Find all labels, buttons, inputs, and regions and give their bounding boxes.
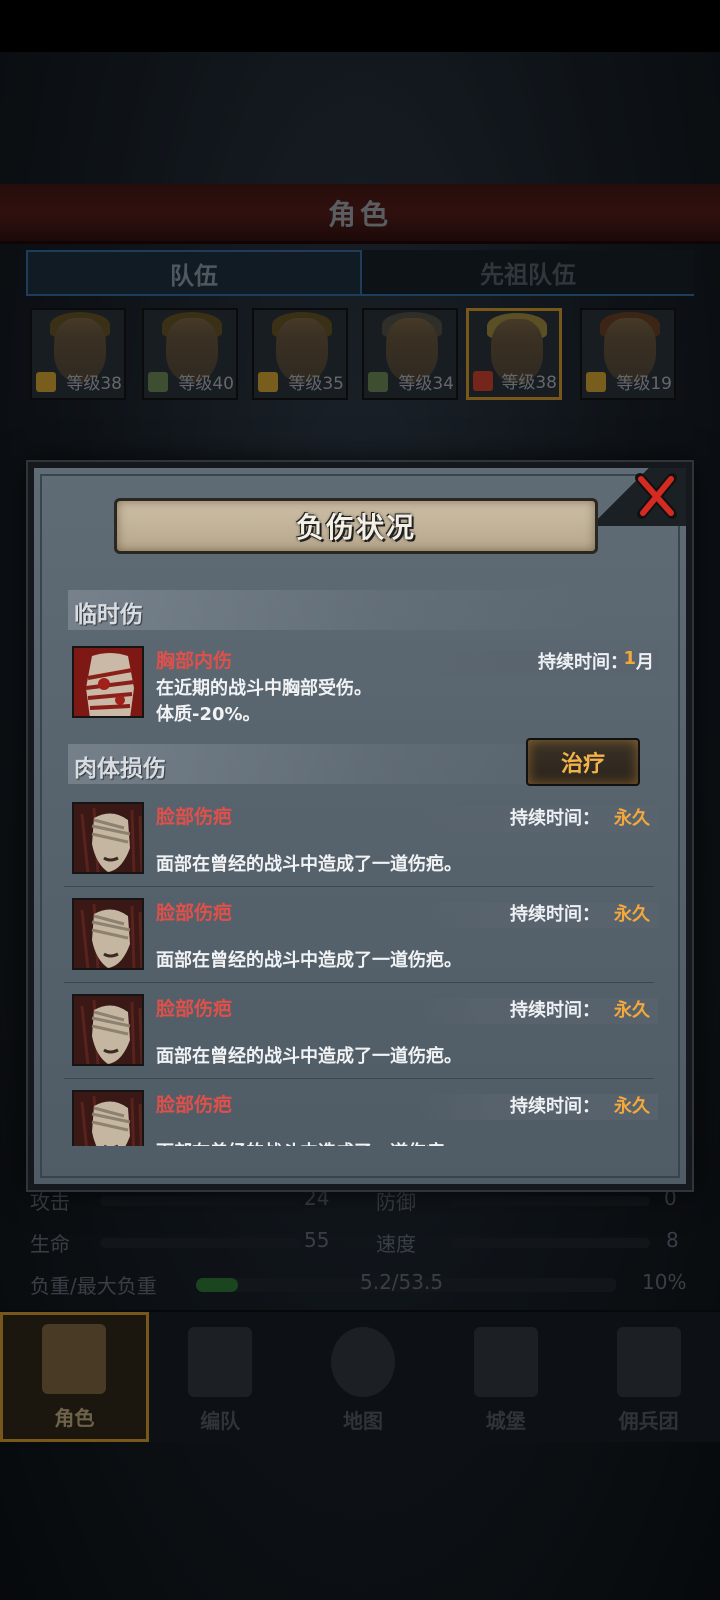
duration-label: 持续时间：	[510, 904, 600, 925]
close-button[interactable]	[634, 472, 678, 520]
dialog-title: 负伤状况	[295, 511, 416, 544]
duration-value: 永久	[614, 808, 650, 829]
dialog-title-plate: 负伤状况	[114, 498, 598, 554]
duration-value: 永久	[614, 1096, 650, 1117]
duration-label: 持续时间：	[510, 1096, 600, 1117]
status-bar	[0, 0, 720, 52]
injury-item: 脸部伤疤 持续时间： 永久 面部在曾经的战斗中造成了一道伤疤。	[68, 798, 658, 888]
bandaged-face-icon	[72, 1090, 144, 1146]
injury-description: 面部在曾经的战斗中造成了一道伤疤。	[156, 950, 462, 971]
injury-effect: 体质-20%。	[156, 704, 261, 725]
injury-item: 脸部伤疤 持续时间： 永久 面部在曾经的战斗中造成了一道伤疤。	[68, 990, 658, 1080]
duration-value: 1	[623, 648, 636, 669]
bandaged-face-icon	[72, 994, 144, 1066]
bandaged-chest-icon	[72, 646, 144, 718]
bandaged-face-icon	[72, 802, 144, 874]
injury-item: 胸部内伤 持续时间： 1 月 在近期的战斗中胸部受伤。 体质-20%。	[68, 642, 658, 732]
duration-unit: 月	[636, 652, 654, 673]
injury-name: 脸部伤疤	[156, 806, 233, 828]
duration-label: 持续时间：	[510, 1000, 600, 1021]
duration-value: 永久	[614, 1000, 650, 1021]
bandaged-face-icon	[72, 898, 144, 970]
injury-list[interactable]: 胸部内伤 持续时间： 1 月 在近期的战斗中胸部受伤。 体质-20%。 脸部伤疤	[64, 638, 660, 1146]
duration-value: 永久	[614, 904, 650, 925]
temporary-injury-header: 临时伤	[68, 590, 588, 630]
injury-name: 脸部伤疤	[156, 902, 233, 924]
row-divider	[64, 982, 654, 983]
duration-label: 持续时间：	[510, 808, 600, 829]
row-divider	[64, 1078, 654, 1079]
injury-item: 脸部伤疤 持续时间： 永久 面部在曾经的战斗中造成了一道伤疤。	[68, 1086, 658, 1146]
injury-name: 脸部伤疤	[156, 998, 233, 1020]
injury-description: 面部在曾经的战斗中造成了一道伤疤。	[156, 1046, 462, 1067]
injury-name: 脸部伤疤	[156, 1094, 233, 1116]
row-divider	[64, 886, 654, 887]
injury-description: 面部在曾经的战斗中造成了一道伤疤。	[156, 854, 462, 875]
injury-description: 在近期的战斗中胸部受伤。	[156, 678, 372, 699]
duration-label: 持续时间：	[538, 652, 628, 673]
injury-status-dialog: 负伤状况 临时伤 肉体损伤 治疗 胸部内伤 持续时间： 1 月 在近期的战斗中胸…	[28, 462, 692, 1190]
injury-description: 面部在曾经的战斗中造成了一道伤疤。	[156, 1138, 462, 1146]
injury-name: 胸部内伤	[156, 650, 233, 672]
close-x-icon	[635, 473, 677, 519]
injury-item: 脸部伤疤 持续时间： 永久 面部在曾经的战斗中造成了一道伤疤。	[68, 894, 658, 984]
temporary-injury-label: 临时伤	[74, 602, 143, 628]
